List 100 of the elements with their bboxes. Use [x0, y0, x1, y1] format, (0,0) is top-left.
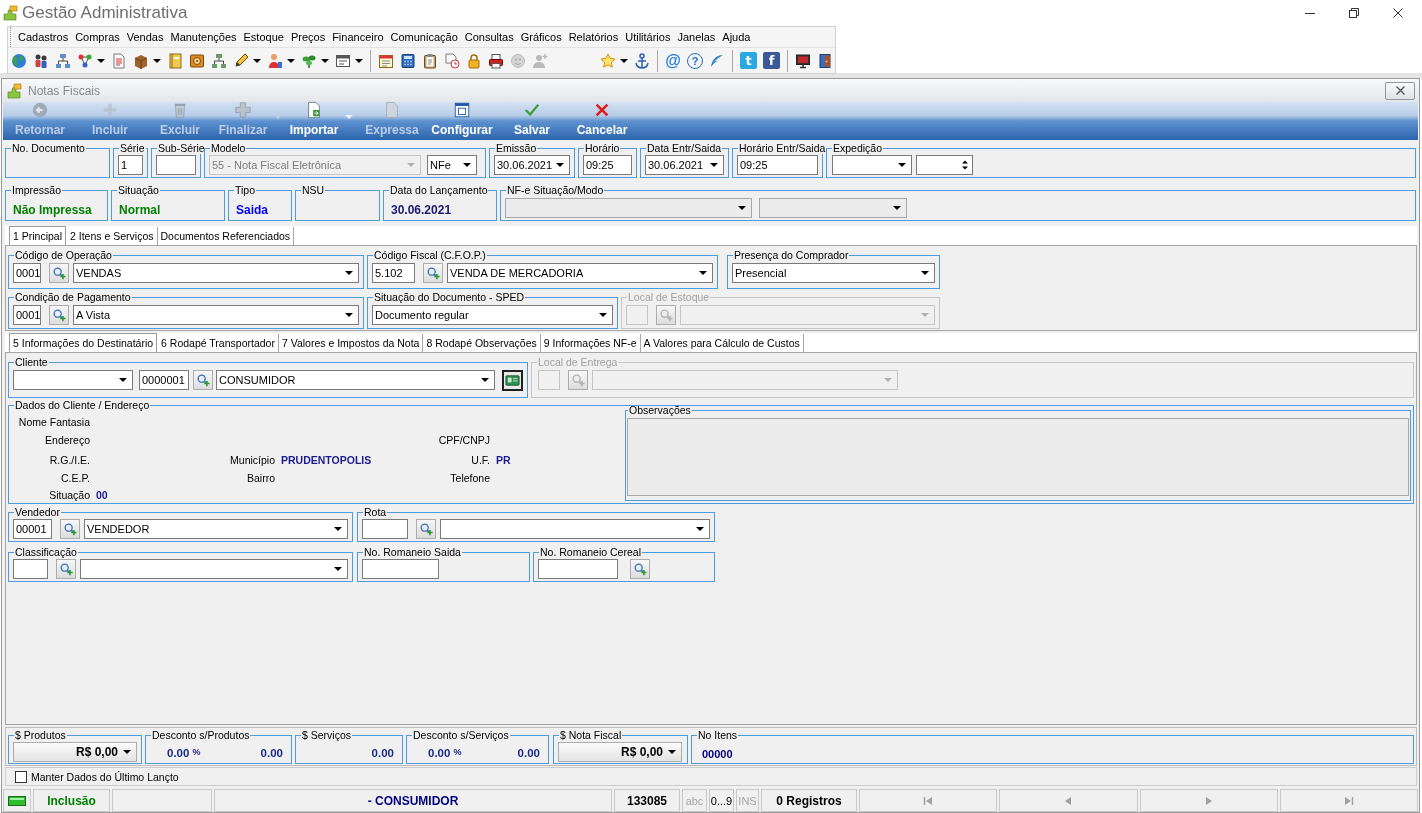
- spin-field[interactable]: [916, 155, 973, 175]
- text-field[interactable]: 0000001: [139, 370, 189, 390]
- group-title: Código de Operação: [14, 249, 113, 261]
- field-label: Bairro: [246, 471, 275, 484]
- menu-item[interactable]: Utilitários: [622, 29, 674, 45]
- checkbox[interactable]: [15, 770, 27, 783]
- caret-icon: [345, 313, 353, 317]
- add-user-icon: [532, 52, 548, 69]
- amount-dropdown[interactable]: R$ 0,00: [558, 742, 682, 762]
- dropdown-field[interactable]: Documento regular: [372, 305, 613, 325]
- lookup-button[interactable]: [416, 519, 436, 539]
- dropdown-field[interactable]: VENDA DE MERCADORIA: [447, 263, 713, 283]
- menu-item[interactable]: Preços: [287, 29, 329, 45]
- lookup-button[interactable]: [49, 263, 69, 283]
- menu-item[interactable]: Estoque: [240, 29, 287, 45]
- amount-dropdown[interactable]: R$ 0,00: [13, 742, 137, 762]
- group-title: Série: [119, 142, 146, 154]
- toolbar-button[interactable]: Cancelar: [567, 102, 637, 140]
- menu-item[interactable]: Compras: [72, 29, 123, 45]
- dropdown-field[interactable]: [759, 198, 907, 218]
- status-text: - CONSUMIDOR: [214, 789, 612, 812]
- notes-field[interactable]: [627, 418, 1409, 496]
- card-button[interactable]: [502, 370, 523, 391]
- plus-icon: [101, 101, 119, 119]
- calculator-icon: [400, 52, 416, 69]
- dropdown-field[interactable]: VENDAS: [73, 263, 359, 283]
- text-field[interactable]: 5.102: [372, 263, 415, 283]
- tab[interactable]: 1 Principal: [9, 226, 67, 245]
- caret-icon: [407, 163, 415, 167]
- group-title: Desconto s/Serviços: [412, 729, 510, 741]
- close-button[interactable]: [1385, 81, 1415, 100]
- menu-item[interactable]: Ajuda: [719, 29, 754, 45]
- text-field[interactable]: 0001: [13, 305, 41, 325]
- close-icon: [1395, 86, 1405, 95]
- lookup-button[interactable]: [423, 263, 443, 283]
- dropdown-field[interactable]: VENDEDOR: [84, 519, 348, 539]
- dropdown-field[interactable]: 30.06.2021: [645, 155, 724, 175]
- value-text: 30.06.2021: [391, 203, 452, 218]
- first-record-icon: [923, 795, 934, 806]
- menu-item[interactable]: Gráficos: [517, 29, 565, 45]
- cross-icon: [593, 101, 611, 119]
- pencil-icon: [233, 52, 249, 69]
- dropdown-field[interactable]: Presencial: [732, 263, 935, 283]
- text-field[interactable]: [362, 559, 439, 579]
- text-field[interactable]: [13, 559, 48, 579]
- dropdown-field[interactable]: CONSUMIDOR: [216, 370, 495, 390]
- import-document-icon: [305, 101, 323, 119]
- group-title: No Itens: [697, 729, 739, 741]
- field-label: Município: [229, 453, 275, 466]
- lookup-button[interactable]: [49, 305, 69, 325]
- group-title: No. Documento: [11, 142, 86, 154]
- dropdown-field[interactable]: [832, 155, 912, 175]
- group-title: Modelo: [210, 142, 247, 154]
- toolbar-button[interactable]: @: [662, 49, 684, 72]
- menu-item[interactable]: Relatórios: [565, 29, 622, 45]
- dropdown-field[interactable]: NFe: [427, 155, 477, 175]
- menu-item[interactable]: Vendas: [123, 29, 167, 45]
- dropdown-field[interactable]: [13, 370, 133, 390]
- org-chart-icon: [211, 52, 227, 69]
- text-field[interactable]: [362, 519, 408, 539]
- dropdown-field[interactable]: [440, 519, 710, 539]
- menu-item[interactable]: Cadastros: [15, 29, 72, 45]
- toolbar-button[interactable]: Salvar: [497, 102, 567, 140]
- magnifier-icon: [63, 522, 77, 536]
- group-title: NF-e Situação/Modo: [506, 184, 605, 196]
- menu-item[interactable]: Manutenções: [167, 29, 240, 45]
- tab[interactable]: 5 Informações do Destinatário: [9, 333, 158, 352]
- menu-item[interactable]: Comunicação: [387, 29, 461, 45]
- dropdown-field[interactable]: [80, 559, 348, 579]
- lookup-button[interactable]: [56, 559, 76, 579]
- text-field[interactable]: 09:25: [583, 155, 632, 175]
- text-field[interactable]: 00001: [13, 519, 52, 539]
- menu-item[interactable]: Consultas: [461, 29, 517, 45]
- text-field[interactable]: 0001: [13, 263, 41, 283]
- lookup-button[interactable]: [630, 559, 650, 579]
- menu-item[interactable]: Financeiro: [329, 29, 387, 45]
- printer-icon: [488, 52, 504, 69]
- percent-value: 0.00 $^{%}$: [428, 747, 462, 759]
- toolbar-button[interactable]: Configurar: [427, 102, 497, 140]
- text-field[interactable]: 1: [118, 155, 143, 175]
- menu-item[interactable]: Janelas: [674, 29, 719, 45]
- caret-icon: [556, 163, 564, 167]
- dropdown-field[interactable]: A Vista: [73, 305, 359, 325]
- anchor-icon: [634, 52, 650, 69]
- check-icon: [523, 101, 541, 119]
- text-field[interactable]: [538, 559, 618, 579]
- toolbar-button[interactable]: Importar: [286, 102, 357, 140]
- text-field[interactable]: 09:25: [737, 155, 818, 175]
- lookup-button[interactable]: [193, 370, 213, 390]
- caret-icon: [153, 58, 161, 63]
- caret-icon: [481, 378, 489, 382]
- dropdown-field[interactable]: [505, 198, 752, 218]
- last-record-icon: [1343, 795, 1354, 806]
- toolbar-button[interactable]: f: [763, 52, 780, 69]
- previous-icon: [1063, 795, 1074, 806]
- caret-icon: [355, 58, 363, 63]
- lookup-button[interactable]: [60, 519, 80, 539]
- dropdown-field[interactable]: 30.06.2021: [494, 155, 570, 175]
- text-field[interactable]: [156, 155, 196, 175]
- caret-icon: [738, 206, 746, 210]
